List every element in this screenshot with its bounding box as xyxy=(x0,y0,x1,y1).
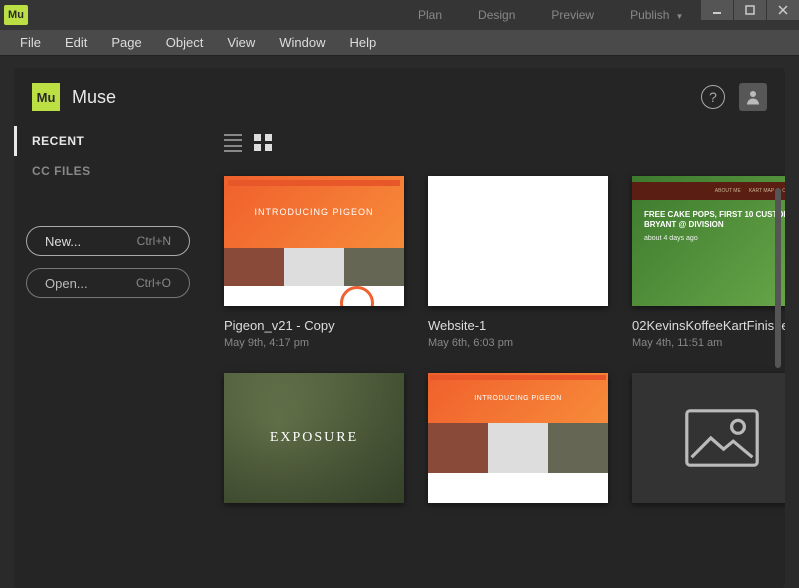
panel-header: Mu Muse ? xyxy=(14,68,785,126)
tab-plan[interactable]: Plan xyxy=(400,2,460,28)
project-card[interactable]: EXPOSURE xyxy=(224,373,404,503)
image-placeholder-icon xyxy=(682,406,762,470)
menu-object[interactable]: Object xyxy=(154,31,216,54)
project-date: May 4th, 11:51 am xyxy=(632,337,785,349)
chevron-down-icon: ▼ xyxy=(675,12,683,21)
app-title: Muse xyxy=(72,87,116,108)
tab-preview[interactable]: Preview xyxy=(533,2,612,28)
workspace: Mu Muse ? RECENT CC FILES New... Ctrl+N xyxy=(0,56,799,588)
menu-view[interactable]: View xyxy=(215,31,267,54)
maximize-button[interactable] xyxy=(734,0,766,20)
project-date: May 9th, 4:17 pm xyxy=(224,337,404,349)
minimize-button[interactable] xyxy=(701,0,733,20)
project-card[interactable]: INTRODUCING PIGEON xyxy=(428,373,608,503)
grid-view-icon[interactable] xyxy=(254,134,272,152)
project-date: May 6th, 6:03 pm xyxy=(428,337,608,349)
new-button[interactable]: New... Ctrl+N xyxy=(26,226,190,256)
menu-help[interactable]: Help xyxy=(338,31,389,54)
tab-publish[interactable]: Publish▼ xyxy=(612,2,701,28)
tab-design[interactable]: Design xyxy=(460,2,533,28)
app-badge: Mu xyxy=(4,5,28,25)
project-thumbnail xyxy=(632,373,785,503)
list-view-icon[interactable] xyxy=(224,134,242,152)
project-thumbnail: ABOUT MEKART MAPCONTACT FREE CAKE POPS, … xyxy=(632,176,785,306)
menu-file[interactable]: File xyxy=(8,31,53,54)
new-label: New... xyxy=(45,234,81,249)
project-card[interactable]: ABOUT MEKART MAPCONTACT FREE CAKE POPS, … xyxy=(632,176,785,349)
muse-logo: Mu xyxy=(32,83,60,111)
open-button[interactable]: Open... Ctrl+O xyxy=(26,268,190,298)
sidebar-tab-recent[interactable]: RECENT xyxy=(14,126,202,156)
open-label: Open... xyxy=(45,276,88,291)
recent-content: INTRODUCING PIGEON Pigeon_v21 - Copy May… xyxy=(214,126,785,588)
user-icon xyxy=(744,88,762,106)
menu-page[interactable]: Page xyxy=(99,31,153,54)
close-button[interactable] xyxy=(767,0,799,20)
menu-window[interactable]: Window xyxy=(267,31,337,54)
project-thumbnail: EXPOSURE xyxy=(224,373,404,503)
sidebar: RECENT CC FILES New... Ctrl+N Open... Ct… xyxy=(14,126,214,588)
project-thumbnail: INTRODUCING PIGEON xyxy=(224,176,404,306)
project-card[interactable] xyxy=(632,373,785,503)
project-title: Website-1 xyxy=(428,318,608,333)
menu-edit[interactable]: Edit xyxy=(53,31,99,54)
view-toggles xyxy=(224,134,272,152)
project-title: Pigeon_v21 - Copy xyxy=(224,318,404,333)
project-thumbnail: INTRODUCING PIGEON xyxy=(428,373,608,503)
sidebar-tab-ccfiles[interactable]: CC FILES xyxy=(14,156,202,186)
menubar: File Edit Page Object View Window Help xyxy=(0,30,799,56)
workspace-tabs: Plan Design Preview Publish▼ xyxy=(400,2,701,28)
open-shortcut: Ctrl+O xyxy=(136,276,171,290)
scrollbar[interactable] xyxy=(775,188,781,368)
project-card[interactable]: INTRODUCING PIGEON Pigeon_v21 - Copy May… xyxy=(224,176,404,349)
start-panel: Mu Muse ? RECENT CC FILES New... Ctrl+N xyxy=(14,68,785,588)
new-shortcut: Ctrl+N xyxy=(137,234,171,248)
window-controls xyxy=(700,0,799,20)
account-button[interactable] xyxy=(739,83,767,111)
titlebar: Mu Plan Design Preview Publish▼ xyxy=(0,0,799,30)
project-title: 02KevinsKoffeeKartFinished xyxy=(632,318,785,333)
help-icon[interactable]: ? xyxy=(701,85,725,109)
project-grid: INTRODUCING PIGEON Pigeon_v21 - Copy May… xyxy=(224,176,759,503)
project-card[interactable]: Website-1 May 6th, 6:03 pm xyxy=(428,176,608,349)
project-thumbnail xyxy=(428,176,608,306)
